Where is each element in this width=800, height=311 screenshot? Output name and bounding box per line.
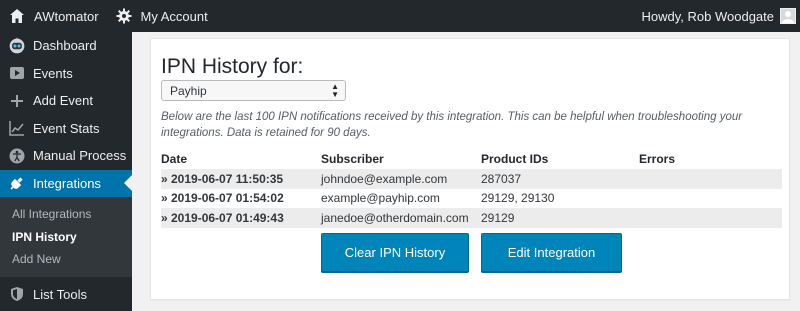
sidebar-item-integrations[interactable]: Integrations	[0, 169, 132, 197]
row-date: » 2019-06-07 01:54:02	[161, 191, 284, 206]
column-header-date: Date	[161, 152, 188, 166]
ipn-history-panel: IPN History for: Payhip ▲ ▼ Below are the…	[150, 38, 790, 300]
row-date: » 2019-06-07 11:50:35	[161, 171, 284, 186]
submenu-add-new[interactable]: Add New	[0, 248, 132, 271]
sidebar-item-dashboard[interactable]: Dashboard	[0, 32, 132, 60]
row-product-ids: 287037	[481, 171, 522, 186]
row-product-ids: 29129	[481, 210, 515, 225]
table-header: Date Subscriber Product IDs Errors	[161, 149, 782, 169]
integration-select[interactable]: Payhip ▲ ▼	[161, 80, 346, 101]
column-header-subscriber: Subscriber	[321, 152, 384, 166]
sidebar-item-manual-process[interactable]: Manual Process	[0, 142, 132, 170]
ipn-table: Date Subscriber Product IDs Errors » 201…	[161, 149, 782, 228]
submenu-ipn-history[interactable]: IPN History	[0, 226, 132, 249]
robot-icon	[8, 37, 26, 55]
submenu-all-integrations[interactable]: All Integrations	[0, 203, 132, 226]
sidebar-item-label: Dashboard	[33, 38, 97, 54]
row-product-ids: 29129, 29130	[481, 191, 555, 206]
sidebar-item-label: Event Stats	[33, 120, 100, 136]
site-name: AWtomator	[34, 8, 99, 24]
edit-integration-button[interactable]: Edit Integration	[481, 233, 622, 272]
home-icon	[8, 7, 26, 25]
my-account-greeting[interactable]: Howdy, Rob Woodgate	[642, 0, 800, 32]
admin-sidebar: Dashboard Events Add Event Event Stats M…	[0, 32, 132, 311]
row-subscriber: janedoe@otherdomain.com	[321, 210, 469, 225]
shield-icon	[8, 285, 26, 303]
row-date: » 2019-06-07 01:49:43	[161, 210, 284, 225]
avatar	[780, 8, 796, 24]
greeting-text: Howdy, Rob Woodgate	[641, 8, 774, 24]
description-text: Below are the last 100 IPN notifications…	[161, 111, 743, 139]
table-row[interactable]: » 2019-06-07 11:50:35 johndoe@example.co…	[161, 169, 782, 189]
sidebar-item-add-event[interactable]: Add Event	[0, 87, 132, 115]
site-name-link[interactable]: AWtomator	[0, 0, 107, 32]
plus-icon	[8, 92, 26, 110]
row-subscriber: johndoe@example.com	[321, 171, 448, 186]
table-row[interactable]: » 2019-06-07 01:54:02 example@payhip.com…	[161, 189, 782, 209]
my-account-link[interactable]: My Account	[107, 0, 216, 32]
page-title: IPN History for:	[161, 55, 304, 78]
plug-icon	[8, 174, 26, 192]
column-header-product-ids: Product IDs	[481, 152, 549, 166]
integration-select-value: Payhip	[170, 83, 207, 98]
sidebar-item-label: Integrations	[33, 175, 101, 191]
sidebar-item-events[interactable]: Events	[0, 60, 132, 88]
sidebar-item-list-tools[interactable]: List Tools	[0, 281, 132, 309]
admin-bar: AWtomator My Account Howdy, Rob Woodgate	[0, 0, 800, 32]
column-header-errors: Errors	[639, 152, 676, 166]
sidebar-item-label: Manual Process	[33, 148, 127, 164]
clear-ipn-history-button[interactable]: Clear IPN History	[321, 233, 469, 272]
sidebar-item-label: Events	[33, 65, 73, 81]
gear-icon	[115, 7, 133, 25]
select-arrows-icon: ▲ ▼	[331, 82, 339, 99]
sidebar-item-label: List Tools	[33, 286, 87, 302]
table-row[interactable]: » 2019-06-07 01:49:43 janedoe@otherdomai…	[161, 208, 782, 228]
integrations-submenu: All Integrations IPN History Add New	[0, 197, 132, 277]
row-subscriber: example@payhip.com	[321, 191, 440, 206]
my-account-label: My Account	[140, 8, 208, 24]
sidebar-item-event-stats[interactable]: Event Stats	[0, 115, 132, 143]
accessibility-icon	[8, 147, 26, 165]
chart-icon	[8, 119, 26, 137]
sidebar-item-label: Add Event	[33, 93, 93, 109]
play-icon	[8, 64, 26, 82]
